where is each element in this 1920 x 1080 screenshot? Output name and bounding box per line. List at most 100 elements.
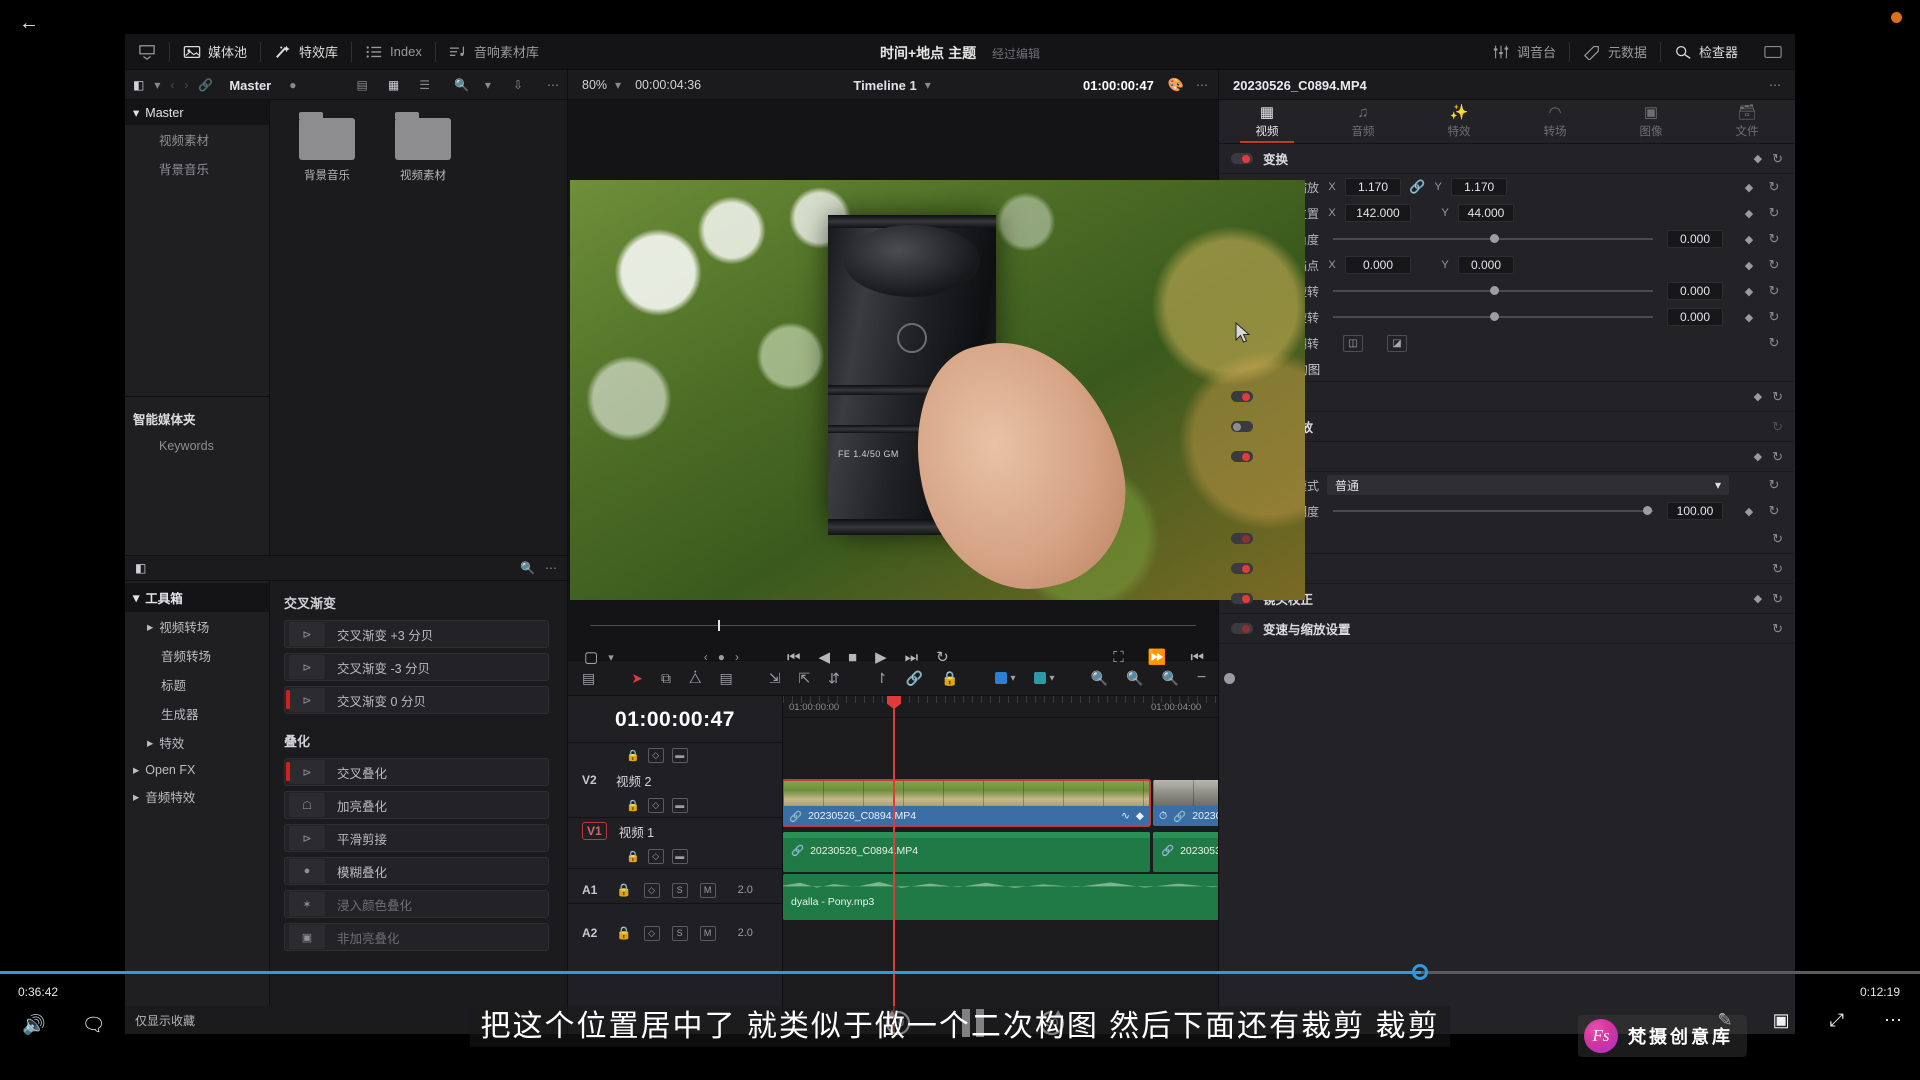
solo-icon[interactable]: S [671, 882, 688, 898]
list-view-icon[interactable]: ▤ [357, 78, 368, 92]
more-options-icon[interactable]: ⋯ [1884, 1010, 1902, 1031]
section-stabilization[interactable]: 稳定 ↻ [1219, 554, 1795, 584]
effect-item-blur-dissolve[interactable]: ● 模糊叠化 [284, 857, 549, 885]
reset-icon[interactable]: ↻ [1765, 503, 1783, 519]
effects-tree-toolbox[interactable]: ▾ 工具箱 [125, 583, 269, 612]
detail-view-icon[interactable]: ☰ [419, 78, 430, 92]
effects-tree-video-transitions[interactable]: ▸ 视频转场 [125, 612, 269, 641]
effects-list[interactable]: 交叉渐变 ⊳ 交叉渐变 +3 分贝 ⊳ 交叉渐变 -3 分贝 ⊳ 交叉渐变 0 … [270, 581, 567, 1034]
section-lens-correction[interactable]: 镜头校正 ◆ ↻ [1219, 584, 1795, 614]
rewind-10-button[interactable]: 10 [880, 1005, 916, 1041]
auto-select-icon[interactable]: ◇ [647, 797, 664, 813]
mute-icon[interactable]: M [699, 925, 716, 941]
tab-video[interactable]: ▦ 视频 [1219, 100, 1315, 143]
volume-icon[interactable]: 🔊 [22, 1013, 46, 1037]
auto-select-icon[interactable]: ◇ [643, 925, 660, 941]
lock-icon[interactable]: 🔒 [626, 799, 640, 812]
section-dynamic-zoom[interactable]: 动态缩放 ↻ [1219, 412, 1795, 442]
effect-item-crossfade-plus3[interactable]: ⊳ 交叉渐变 +3 分贝 [284, 620, 549, 648]
sidebar-toggle-icon[interactable]: ◧ [135, 561, 146, 575]
lens-correction-toggle[interactable] [1231, 593, 1253, 604]
effect-item-non-additive-dissolve[interactable]: ▣ 非加亮叠化 [284, 923, 549, 951]
toolbar-sound-library[interactable]: 音响素材库 [436, 34, 552, 70]
prev-marker-icon[interactable]: ‹ [704, 650, 708, 664]
bin-master[interactable]: ▾ Master [125, 100, 269, 125]
stop-icon[interactable]: ■ [848, 649, 857, 666]
chevron-down-icon[interactable]: ▾ [615, 78, 621, 92]
progress-handle[interactable] [1412, 964, 1428, 980]
keyframe-icon[interactable]: ◆ [1741, 181, 1757, 194]
toolbar-media-pool[interactable]: 媒体池 [170, 34, 260, 70]
sort-icon[interactable]: ⇩ [513, 78, 523, 92]
lock-icon[interactable]: 🔒 [616, 883, 632, 898]
retime-scaling-toggle[interactable] [1231, 623, 1253, 634]
forward-nav-icon[interactable]: › [184, 78, 188, 92]
bin-bgm[interactable]: 背景音乐 [125, 154, 269, 183]
next-marker-icon[interactable]: › [735, 650, 739, 664]
reset-icon[interactable]: ↻ [1765, 309, 1783, 325]
keyframe-icon[interactable]: ◆ [1754, 450, 1762, 463]
smart-bin-keywords[interactable]: Keywords [125, 434, 269, 458]
reset-icon[interactable]: ↻ [1765, 283, 1783, 299]
more-icon[interactable]: ⋯ [1196, 78, 1208, 92]
reset-icon[interactable]: ↻ [1765, 205, 1783, 221]
keyframe-icon[interactable]: ◆ [1741, 285, 1757, 298]
curve-icon[interactable]: ∿ [1121, 810, 1130, 822]
reset-icon[interactable]: ↻ [1772, 449, 1783, 465]
toolbar-index[interactable]: Index [352, 34, 435, 70]
keyframe-icon[interactable]: ◆ [1741, 207, 1757, 220]
folder-item[interactable]: 背景音乐 [296, 112, 358, 183]
keyframe-icon[interactable]: ◆ [1754, 592, 1762, 605]
timeline-clip-a1-b[interactable]: 🔗 20230530_C4285.MP4 [1153, 832, 1218, 872]
track-name-row[interactable]: V2 视频 2 [568, 767, 782, 793]
dynamic-zoom-toggle[interactable] [1231, 421, 1253, 432]
flip-vertical-icon[interactable]: ◪ [1387, 334, 1407, 352]
more-icon[interactable]: ⋯ [547, 78, 559, 92]
section-speed-change[interactable]: 变速 ↻ [1219, 524, 1795, 554]
reset-icon[interactable]: ↻ [1765, 231, 1783, 247]
speed-change-toggle[interactable] [1231, 533, 1253, 544]
scale-x-input[interactable]: 1.170 [1345, 178, 1401, 196]
timeline-clip-v1-a[interactable]: 🔗 20230526_C0894.MP4 ∿ ◆ [783, 779, 1151, 827]
chevron-down-icon[interactable]: ▾ [925, 78, 931, 92]
toolbar-metadata[interactable]: 元数据 [1570, 34, 1660, 70]
color-wheel-icon[interactable]: 🎨 [1168, 77, 1184, 93]
back-arrow-icon[interactable]: ← [10, 6, 48, 40]
mute-icon[interactable]: M [699, 882, 716, 898]
flip-horizontal-icon[interactable]: ◫ [1343, 334, 1363, 352]
section-composite[interactable]: 合成 ◆ ↻ [1219, 442, 1795, 472]
chevron-down-icon[interactable]: ▾ [608, 651, 614, 664]
keyframe-icon[interactable]: ◆ [1741, 233, 1757, 246]
track-name-row[interactable]: A2 🔒 ◇ S M 2.0 [568, 920, 782, 946]
opacity-slider[interactable] [1333, 506, 1653, 515]
viewer-scrubber[interactable] [590, 620, 1196, 631]
reset-icon[interactable]: ↻ [1772, 591, 1783, 607]
folder-item[interactable]: 视频素材 [392, 112, 454, 183]
effects-tree-audio-fx[interactable]: ▸ 音频特效 [125, 782, 269, 811]
stabilization-toggle[interactable] [1231, 563, 1253, 574]
track-name-row[interactable]: A1 🔒 ◇ S M 2.0 [568, 877, 782, 903]
keyframe-icon[interactable]: ◆ [1741, 505, 1757, 518]
effect-item-additive-dissolve[interactable]: ☖ 加亮叠化 [284, 791, 549, 819]
cropping-toggle[interactable] [1231, 391, 1253, 402]
anchor-x-input[interactable]: 0.000 [1345, 256, 1411, 274]
yaw-input[interactable]: 0.000 [1667, 308, 1723, 326]
effects-tree-openfx[interactable]: ▸ Open FX [125, 757, 269, 782]
effect-item-crossfade-minus3[interactable]: ⊳ 交叉渐变 -3 分贝 [284, 653, 549, 681]
fit-screen-icon[interactable]: ⛶ [1113, 649, 1124, 666]
lock-icon[interactable]: 🔒 [626, 850, 640, 863]
mark-out-icon[interactable]: ⏩ [1148, 648, 1167, 666]
yaw-slider[interactable] [1333, 312, 1653, 321]
effect-item-cross-dissolve[interactable]: ⊳ 交叉叠化 [284, 758, 549, 786]
reset-icon[interactable]: ↻ [1772, 151, 1783, 167]
reset-icon[interactable]: ↻ [1765, 477, 1783, 493]
search-icon[interactable]: 🔍 [454, 78, 469, 92]
reset-icon[interactable]: ↻ [1765, 335, 1783, 351]
effects-tree-audio-transitions[interactable]: 音频转场 [125, 641, 269, 670]
forward-30-button[interactable]: 30 [1034, 1005, 1070, 1041]
track-name-row[interactable]: V1 视频 1 [568, 818, 782, 844]
auto-select-icon[interactable]: ◇ [647, 747, 664, 763]
effects-favorites-only[interactable]: 仅显示收藏 [125, 1006, 270, 1034]
auto-select-icon[interactable]: ◇ [643, 882, 660, 898]
keyframe-icon[interactable]: ◆ [1754, 390, 1762, 403]
